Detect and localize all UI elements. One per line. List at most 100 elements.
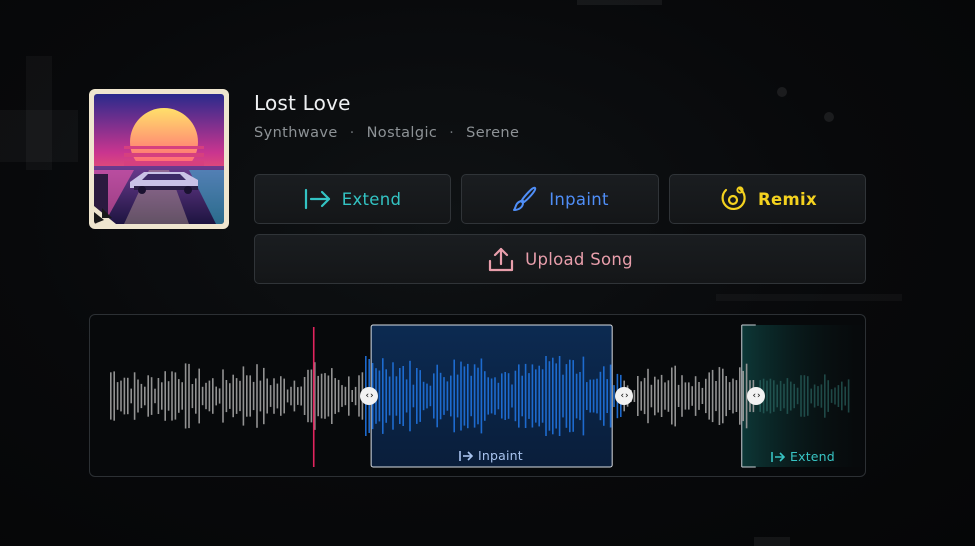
- waveform-bar: [691, 386, 693, 406]
- waveform-bar: [256, 364, 258, 428]
- waveform-bar: [178, 379, 180, 413]
- waveform-bar: [572, 360, 574, 432]
- waveform-bar: [249, 375, 251, 417]
- waveform-bar: [830, 389, 833, 403]
- waveform-bar: [341, 385, 343, 407]
- waveform-bar: [188, 363, 190, 429]
- waveform-bar: [803, 375, 806, 417]
- extend-start-handle[interactable]: ‹›: [747, 387, 765, 405]
- waveform-bar: [399, 368, 401, 424]
- waveform-bar: [453, 359, 455, 433]
- waveform-bar: [320, 373, 323, 419]
- cover-art-image: [94, 94, 224, 224]
- waveform-bar: [229, 383, 231, 409]
- waveform-bar: [348, 376, 350, 416]
- waveform-bar: [667, 380, 670, 412]
- waveform-bar: [558, 356, 561, 436]
- waveform-bar: [123, 377, 126, 415]
- waveform-bar: [518, 364, 520, 428]
- waveform-bar: [796, 387, 799, 405]
- waveform-bar: [718, 367, 721, 425]
- waveform-bar: [609, 364, 612, 428]
- waveform-bar: [212, 378, 214, 414]
- tag-serene[interactable]: Serene: [466, 125, 519, 141]
- waveform-bar: [698, 382, 700, 410]
- waveform-bar: [776, 384, 778, 408]
- extend-button[interactable]: Extend: [254, 174, 451, 224]
- waveform-bar: [269, 385, 272, 407]
- waveform-bar: [507, 373, 510, 419]
- waveform-bar: [201, 386, 204, 406]
- waveform-bar: [433, 373, 435, 419]
- waveform-bar: [161, 382, 163, 410]
- waveform-bar: [565, 364, 568, 428]
- waveform-bar: [222, 369, 224, 423]
- waveform-bar: [113, 371, 115, 421]
- waveform-bar: [800, 375, 802, 417]
- waveform-bar: [728, 382, 731, 410]
- background-decoration: [26, 56, 52, 170]
- waveform-bar: [579, 372, 581, 421]
- waveform-bar: [810, 388, 812, 404]
- waveform-bar: [786, 378, 789, 414]
- waveform-bar: [130, 388, 132, 404]
- waveform-bar: [307, 369, 309, 423]
- waveform-bar: [225, 380, 228, 413]
- inpaint-start-handle[interactable]: ‹›: [360, 387, 378, 405]
- waveform-bar: [412, 384, 415, 408]
- waveform-bar: [354, 386, 357, 406]
- waveform-bar: [266, 378, 268, 414]
- waveform-editor[interactable]: Inpaint Extend ‹› ‹› ‹›: [89, 314, 866, 477]
- tag-nostalgic[interactable]: Nostalgic: [367, 125, 438, 141]
- waveform-bar: [167, 381, 170, 411]
- tag-synthwave[interactable]: Synthwave: [254, 125, 338, 141]
- waveform-bar: [779, 380, 782, 411]
- extend-button-label: Extend: [341, 189, 402, 209]
- waveform-bar: [263, 367, 265, 425]
- waveform-bar: [688, 382, 690, 410]
- waveform-bar: [174, 372, 177, 420]
- waveform-bar: [589, 379, 591, 413]
- waveform-bar: [599, 371, 602, 421]
- waveform-bar: [671, 367, 673, 425]
- waveform-bar: [783, 383, 785, 409]
- waveform-bar: [429, 385, 432, 407]
- waveform-bar: [820, 384, 823, 408]
- waveform-bar: [504, 372, 506, 420]
- waveform-bar: [252, 381, 255, 411]
- waveform-bar: [562, 374, 564, 418]
- remix-button[interactable]: Remix: [669, 174, 866, 224]
- waveform-bar: [603, 366, 605, 426]
- waveform-bar: [232, 374, 234, 418]
- waveform-bar: [586, 382, 588, 410]
- waveform-bar: [521, 375, 523, 417]
- waveform-bar: [246, 375, 248, 417]
- waveform-bar: [480, 358, 483, 434]
- inpaint-button[interactable]: Inpaint: [461, 174, 659, 224]
- waveform-bar: [409, 360, 411, 432]
- waveform-bar: [303, 377, 306, 415]
- waveform-bar: [657, 379, 659, 413]
- waveform-bar: [711, 369, 714, 423]
- inpaint-end-handle[interactable]: ‹›: [615, 387, 633, 405]
- waveform-bar: [640, 381, 642, 411]
- waveform-bar: [171, 371, 173, 421]
- waveform-bar: [487, 377, 489, 415]
- waveform-bar: [650, 384, 653, 408]
- waveform-bar: [164, 371, 166, 421]
- waveform-bar: [120, 380, 122, 412]
- background-decoration: [777, 87, 787, 97]
- upload-song-button[interactable]: Upload Song: [254, 234, 866, 284]
- waveform-bar: [395, 376, 398, 416]
- background-decoration: [824, 112, 834, 122]
- waveform-bar: [677, 384, 680, 407]
- waveform-bar: [473, 364, 476, 428]
- waveform-bar: [555, 363, 557, 429]
- waveform-bar: [531, 364, 534, 428]
- waveform-bar: [327, 375, 330, 417]
- waveform-bar: [293, 380, 296, 412]
- waveform-bar: [205, 382, 207, 410]
- tag-separator: ·: [449, 125, 455, 141]
- waveform-bar: [528, 373, 530, 419]
- background-decoration: [577, 0, 662, 5]
